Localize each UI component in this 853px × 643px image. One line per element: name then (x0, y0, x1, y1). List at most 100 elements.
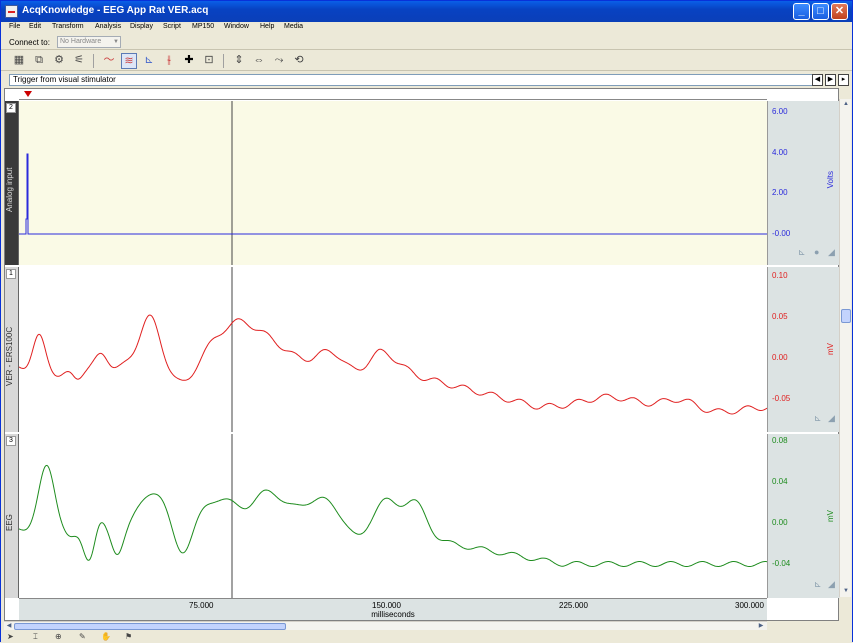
x-axis-label: milliseconds (371, 610, 415, 619)
scale-panel-1[interactable]: 0.10 0.05 0.00 -0.05 mV ⊾ ◢ (767, 267, 840, 432)
horizontal-autoscale-icon[interactable]: ⇔ (251, 53, 267, 69)
menu-window[interactable]: Window (224, 23, 249, 30)
close-button[interactable]: ✕ (831, 3, 848, 20)
scale-axis-icon[interactable]: ⊾ (798, 247, 806, 258)
scale-tick: 0.00 (772, 353, 788, 362)
app-icon (5, 5, 18, 18)
menu-mp150[interactable]: MP150 (192, 23, 214, 30)
channel-label-2[interactable]: 2 Analog input (5, 101, 19, 265)
record-dot-icon[interactable]: ● (814, 247, 819, 257)
channel-number: 1 (6, 269, 16, 279)
vertical-autoscale-icon[interactable]: ⇕ (231, 53, 247, 69)
wave-icon[interactable]: 〜 (101, 53, 117, 69)
channel-name: VER - ERS100C (5, 326, 14, 386)
x-tick: 75.000 (189, 601, 214, 610)
scroll-down-icon[interactable]: ▼ (840, 586, 852, 597)
settings-gear-icon[interactable]: ⚙ (51, 53, 67, 69)
channel-plot-analog-input[interactable] (19, 101, 767, 265)
chevron-down-icon: ▼ (113, 39, 119, 45)
minimize-button[interactable]: _ (793, 3, 810, 20)
scale-tick: 0.00 (772, 518, 788, 527)
cursor-cross-icon[interactable]: ✚ (181, 53, 197, 69)
maximize-button[interactable]: □ (812, 3, 829, 20)
adjust-baseline-icon[interactable]: ⤳ (271, 53, 287, 69)
ruler-grid-icon[interactable]: ⊾ (141, 53, 157, 69)
menu-analysis[interactable]: Analysis (95, 23, 121, 30)
hardware-select[interactable]: No Hardware ▼ (57, 36, 121, 48)
channel-plot-eeg[interactable] (19, 434, 767, 598)
menu-bar: File Edit Transform Analysis Display Scr… (1, 22, 852, 34)
x-tick: 300.000 (735, 601, 764, 610)
menu-transform[interactable]: Transform (52, 23, 84, 30)
arrow-tool-icon[interactable]: ➤ (7, 632, 14, 641)
resize-grip-icon[interactable]: ◢ (828, 247, 835, 258)
scale-tick: -0.00 (772, 229, 791, 238)
connect-label: Connect to: (9, 38, 50, 47)
nav-end-button[interactable]: ▸ (838, 74, 849, 86)
scroll-right-icon[interactable]: ▶ (756, 622, 766, 631)
window-title: AcqKnowledge - EEG App Rat VER.acq (22, 5, 209, 16)
vertical-scroll-thumb[interactable] (841, 309, 851, 323)
grid-icon[interactable]: ▦ (11, 53, 27, 69)
multi-wave-icon[interactable]: ⫳ (161, 53, 177, 69)
menu-file[interactable]: File (9, 23, 20, 30)
nav-next-button[interactable]: ▶ (825, 74, 836, 86)
scale-tick: 4.00 (772, 148, 788, 157)
title-bar: AcqKnowledge - EEG App Rat VER.acq _ □ ✕ (1, 1, 852, 22)
time-axis[interactable]: 75.000 150.000 225.000 300.000 milliseco… (19, 598, 767, 620)
event-marker-strip[interactable] (19, 89, 767, 100)
zoom-tool-icon[interactable]: ⊕ (55, 632, 62, 641)
hardware-bar: Connect to: No Hardware ▼ (1, 34, 852, 50)
channel-label-3[interactable]: 3 EEG (5, 434, 19, 598)
scale-tick: 2.00 (772, 188, 788, 197)
scale-panel-3[interactable]: 0.08 0.04 0.00 -0.04 mV ⊾ ◢ (767, 434, 840, 598)
channel-plot-ver[interactable] (19, 267, 767, 432)
ibeam-tool-icon[interactable]: ⌶ (33, 632, 38, 642)
menu-help[interactable]: Help (260, 23, 274, 30)
scale-unit: Volts (826, 171, 835, 189)
scale-tick: 0.05 (772, 312, 788, 321)
hand-tool-icon[interactable]: ✋ (101, 632, 111, 641)
toolbar-divider (93, 54, 94, 68)
zoom-back-icon[interactable]: ⟲ (291, 53, 307, 69)
marker-tool-icon[interactable]: ⚑ (125, 632, 132, 641)
scale-tick: -0.04 (772, 559, 791, 568)
menu-script[interactable]: Script (163, 23, 181, 30)
scale-tick: -0.05 (772, 394, 791, 403)
scale-unit: mV (826, 510, 835, 522)
plot-background (19, 434, 767, 598)
horizontal-scroll-thumb[interactable] (14, 623, 286, 630)
x-tick: 150.000 (372, 601, 401, 610)
journal-text-field[interactable]: Trigger from visual stimulator (9, 74, 823, 86)
scale-tick: 6.00 (772, 107, 788, 116)
nav-prev-button[interactable]: ◀ (812, 74, 823, 86)
channel-label-1[interactable]: 1 VER - ERS100C (5, 267, 19, 432)
overlap-icon[interactable]: ⧉ (31, 53, 47, 69)
channel-boxes-icon[interactable]: ⊡ (201, 53, 217, 69)
scale-axis-icon[interactable]: ⊾ (814, 413, 822, 424)
graph-window: 2 Analog input 6.00 4.00 2.00 -0.00 Volt… (4, 88, 840, 621)
menu-display[interactable]: Display (130, 23, 153, 30)
menu-media[interactable]: Media (284, 23, 303, 30)
toolbar-divider (223, 54, 224, 68)
plot-background (19, 267, 767, 432)
ruler-icon[interactable]: ⚟ (71, 53, 87, 69)
scale-axis-icon[interactable]: ⊾ (814, 579, 822, 590)
channel-number: 3 (6, 436, 16, 446)
x-tick: 225.000 (559, 601, 588, 610)
vertical-scrollbar[interactable]: ▲ ▼ (839, 99, 851, 597)
resize-grip-icon[interactable]: ◢ (828, 579, 835, 590)
pencil-tool-icon[interactable]: ✎ (79, 632, 86, 641)
scroll-up-icon[interactable]: ▲ (840, 99, 852, 110)
horizontal-scrollbar[interactable]: ◀ ▶ (4, 621, 767, 630)
scale-tick: 0.08 (772, 436, 788, 445)
plot-background (19, 101, 767, 265)
toolbar: ▦ ⧉ ⚙ ⚟ 〜 ≋ ⊾ ⫳ ✚ ⊡ ⇕ ⇔ ⤳ ⟲ (1, 51, 852, 71)
stacked-waves-icon[interactable]: ≋ (121, 53, 137, 69)
scroll-left-icon[interactable]: ◀ (4, 622, 14, 631)
app-window: AcqKnowledge - EEG App Rat VER.acq _ □ ✕… (0, 0, 853, 643)
resize-grip-icon[interactable]: ◢ (828, 413, 835, 424)
event-marker-icon[interactable] (24, 91, 32, 97)
scale-panel-2[interactable]: 6.00 4.00 2.00 -0.00 Volts ⊾ ● ◢ (767, 101, 840, 265)
menu-edit[interactable]: Edit (29, 23, 41, 30)
